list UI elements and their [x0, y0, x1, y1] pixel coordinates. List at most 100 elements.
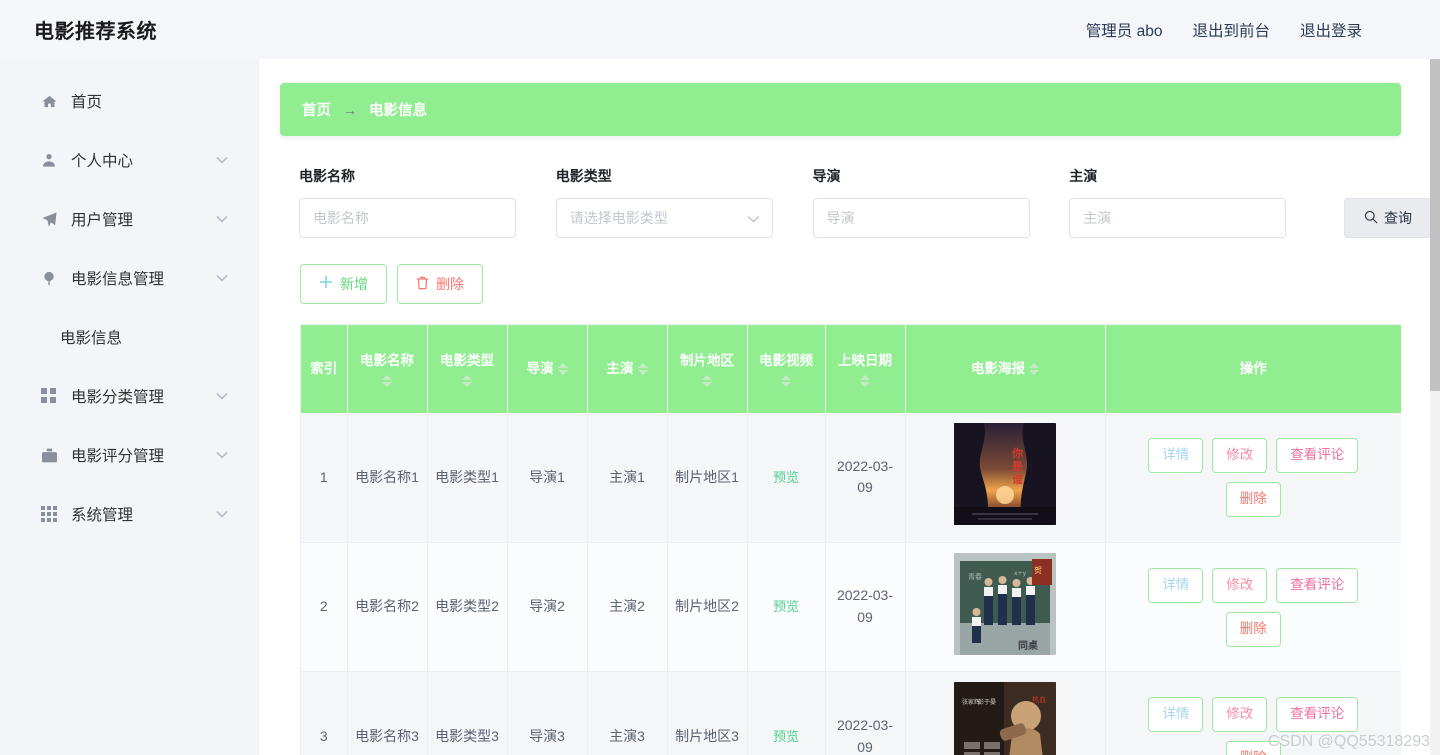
sidebar-item-home-label: 首页	[71, 94, 103, 111]
delete-button-label: 删除	[436, 276, 464, 292]
svg-text:谁: 谁	[1012, 472, 1023, 486]
cell-lead-actor: 主演1	[587, 413, 668, 543]
search-select-movie-type[interactable]: 请选择电影类型	[555, 198, 773, 238]
row-delete-button[interactable]: 删除	[1225, 741, 1281, 755]
table-row[interactable]: 1 电影名称1 电影类型1 导演1 主演1 制片地区1 预览 2022-03-0…	[301, 413, 1401, 543]
view-reviews-button[interactable]: 查看评论	[1276, 697, 1359, 733]
sunset-silhouette-poster[interactable]: 你 是 谁	[954, 423, 1056, 525]
sidebar-item-system-management-label: 系统管理	[71, 507, 134, 524]
video-preview-link[interactable]: 预览	[773, 599, 799, 614]
svg-text:热血: 热血	[1032, 695, 1046, 704]
cell-movie-name: 电影名称2	[347, 542, 428, 673]
sidebar-item-system-management[interactable]: 系统管理	[0, 494, 258, 534]
briefcase-icon	[40, 446, 58, 464]
movie-table: 索引 电影名称 电影类型 导演 主演 制片地区 电影视频 上映日期 电影海报 操…	[301, 325, 1401, 755]
detail-button[interactable]: 详情	[1148, 697, 1204, 733]
search-submit-button[interactable]: 查询	[1344, 198, 1432, 238]
col-video[interactable]: 电影视频	[747, 325, 826, 413]
sidebar-item-movie-rating-management-label: 电影评分管理	[71, 448, 165, 465]
svg-text:x+y: x+y	[1014, 570, 1027, 577]
sidebar-item-movie-category-management[interactable]: 电影分类管理	[0, 376, 258, 416]
search-input-lead-actor-placeholder: 主演	[1083, 210, 1112, 226]
chevron-down-icon	[216, 151, 228, 169]
table-row[interactable]: 2 电影名称2 电影类型2 导演2 主演2 制片地区2 预览 2022-03-0…	[301, 542, 1401, 673]
add-button[interactable]: 新增	[300, 264, 387, 304]
sidebar-item-movie-info-management[interactable]: 电影信息管理	[0, 258, 258, 298]
col-lead-actor[interactable]: 主演	[587, 325, 668, 413]
view-reviews-button[interactable]: 查看评论	[1276, 567, 1359, 603]
breadcrumb-home[interactable]: 首页	[302, 99, 331, 120]
search-input-director[interactable]: 导演	[812, 198, 1030, 238]
row-delete-button[interactable]: 删除	[1225, 481, 1281, 517]
svg-text:同桌: 同桌	[1018, 639, 1038, 652]
cell-release-date: 2022-03-09	[825, 542, 906, 673]
cell-video: 预览	[747, 671, 826, 755]
sidebar-subitem-movie-info[interactable]: 电影信息	[0, 317, 258, 357]
cell-lead-actor: 主演2	[587, 542, 668, 673]
video-preview-link[interactable]: 预览	[773, 729, 799, 744]
cell-poster: 青春 x+y 贺 同桌	[905, 542, 1106, 673]
chevron-down-icon	[216, 446, 228, 464]
sort-icon[interactable]	[860, 374, 870, 387]
col-director[interactable]: 导演	[507, 325, 588, 413]
sort-icon[interactable]	[557, 363, 568, 375]
delete-button[interactable]: 删除	[397, 264, 483, 304]
search-submit-label: 查询	[1384, 210, 1412, 226]
video-preview-link[interactable]: 预览	[773, 470, 799, 485]
sort-icon[interactable]	[382, 374, 392, 387]
sidebar-item-user-management[interactable]: 用户管理	[0, 199, 258, 239]
boxing-jizhan-poster[interactable]: 张家辉彭于晏 激战 热血	[954, 682, 1056, 755]
table-row[interactable]: 3 电影名称3 电影类型3 导演3 主演3 制片地区3 预览 2022-03-0…	[301, 671, 1401, 755]
edit-button[interactable]: 修改	[1212, 697, 1268, 733]
search-input-movie-name[interactable]: 电影名称	[299, 198, 516, 238]
cell-movie-type: 电影类型3	[427, 671, 508, 755]
col-movie-name-label: 电影名称	[360, 353, 414, 369]
field-lead-actor: 主演 主演	[1069, 166, 1311, 238]
col-release-date[interactable]: 上映日期	[825, 325, 906, 413]
logout-link[interactable]: 退出登录	[1300, 19, 1362, 41]
page-scrollbar-thumb[interactable]	[1430, 59, 1440, 391]
breadcrumb-separator: →	[343, 101, 357, 118]
sort-icon[interactable]	[702, 374, 712, 387]
detail-button[interactable]: 详情	[1148, 567, 1204, 603]
view-reviews-button[interactable]: 查看评论	[1276, 437, 1359, 473]
field-movie-name-label: 电影名称	[299, 168, 355, 184]
sidebar-item-movie-rating-management[interactable]: 电影评分管理	[0, 435, 258, 475]
admin-user-label[interactable]: 管理员 abo	[1086, 19, 1163, 41]
sort-icon[interactable]	[462, 374, 472, 387]
sidebar-item-movie-info-management-label: 电影信息管理	[71, 271, 165, 288]
search-input-lead-actor[interactable]: 主演	[1069, 198, 1287, 238]
svg-text:你: 你	[1011, 446, 1023, 460]
sort-icon[interactable]	[637, 363, 648, 375]
home-icon	[40, 92, 58, 110]
svg-text:青春: 青春	[968, 572, 982, 581]
cell-movie-type: 电影类型2	[427, 542, 508, 673]
top-header: 电影推荐系统 管理员 abo 退出到前台 退出登录	[0, 0, 1440, 59]
row-delete-button[interactable]: 删除	[1225, 611, 1281, 647]
col-operations: 操作	[1105, 325, 1401, 413]
sort-icon[interactable]	[1029, 363, 1039, 375]
sidebar-item-profile[interactable]: 个人中心	[0, 140, 258, 180]
cell-operations: 详情 修改 查看评论 删除	[1105, 542, 1401, 673]
detail-button[interactable]: 详情	[1148, 437, 1204, 473]
col-release-date-label: 上映日期	[838, 353, 892, 369]
sort-icon[interactable]	[781, 374, 791, 387]
students-blackboard-poster[interactable]: 青春 x+y 贺 同桌	[954, 552, 1056, 655]
edit-button[interactable]: 修改	[1212, 567, 1268, 603]
col-movie-type[interactable]: 电影类型	[427, 325, 508, 413]
cell-release-date: 2022-03-09	[825, 671, 906, 755]
col-poster[interactable]: 电影海报	[905, 325, 1106, 413]
col-region[interactable]: 制片地区	[667, 325, 748, 413]
breadcrumb: 首页 → 电影信息	[280, 83, 1401, 136]
pin-icon	[40, 269, 58, 287]
main-content: 首页 → 电影信息 电影名称 电影名称 电影类型 请选择电影类型 导演 导演 主…	[258, 59, 1432, 755]
sidebar-item-user-management-label: 用户管理	[71, 212, 134, 229]
row-actions: 详情 修改 查看评论 删除	[1112, 566, 1396, 649]
col-movie-name[interactable]: 电影名称	[347, 325, 428, 413]
search-select-movie-type-placeholder: 请选择电影类型	[569, 210, 668, 226]
cell-operations: 详情 修改 查看评论 删除	[1105, 671, 1401, 755]
sidebar-item-home[interactable]: 首页	[0, 81, 258, 121]
page-scrollbar[interactable]	[1430, 59, 1440, 755]
edit-button[interactable]: 修改	[1212, 437, 1268, 473]
exit-to-frontend-link[interactable]: 退出到前台	[1192, 19, 1270, 41]
